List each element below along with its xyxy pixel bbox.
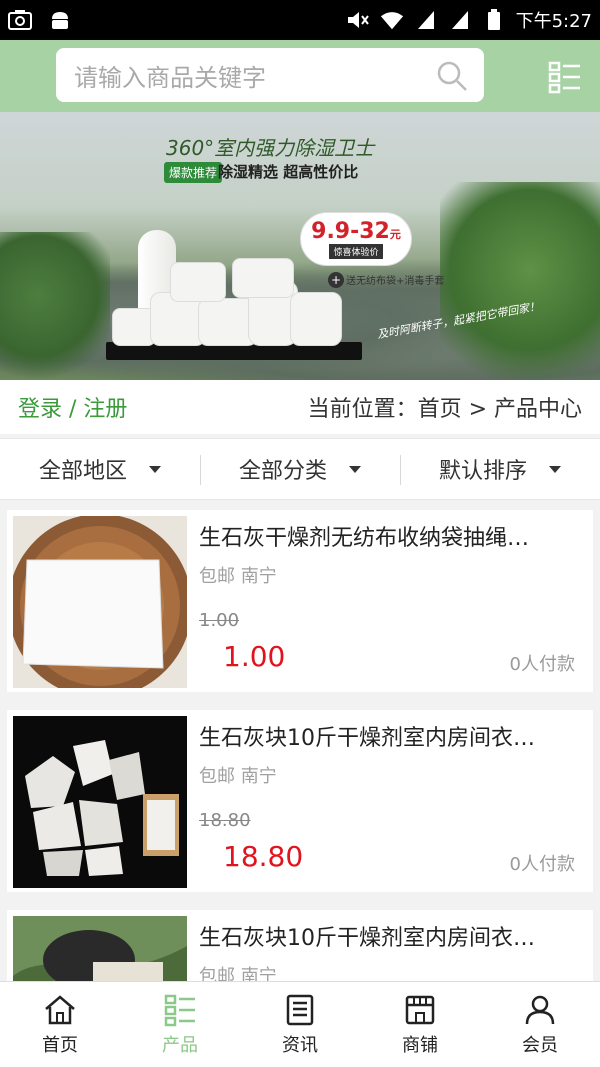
category-menu-icon[interactable] xyxy=(548,60,582,94)
chevron-down-icon xyxy=(549,465,561,473)
product-price: 1.00 xyxy=(223,640,286,673)
breadcrumb-row: 登录 / 注册 当前位置：首页 > 产品中心 xyxy=(0,380,600,434)
android-icon xyxy=(48,9,72,31)
user-icon xyxy=(525,995,555,1024)
filter-sort[interactable]: 默认排序 xyxy=(400,439,600,499)
product-card[interactable]: 生石灰干燥剂无纺布收纳袋抽绳… 包邮 南宁 1.00 1.00 0人付款 xyxy=(7,510,593,692)
search-placeholder: 请输入商品关键字 xyxy=(74,63,266,92)
filter-category[interactable]: 全部分类 xyxy=(200,439,400,499)
product-image xyxy=(13,716,187,888)
news-icon xyxy=(286,994,314,1025)
filter-region[interactable]: 全部地区 xyxy=(0,439,200,499)
mute-icon xyxy=(346,9,370,31)
tab-member[interactable]: 会员 xyxy=(480,982,600,1067)
product-price: 18.80 xyxy=(223,840,304,873)
banner-slogan: 除湿精选 超高性价比 xyxy=(218,163,359,181)
search-input[interactable]: 请输入商品关键字 xyxy=(56,48,484,102)
product-image xyxy=(13,516,187,688)
filter-region-label: 全部地区 xyxy=(38,459,127,484)
tab-news-label: 资讯 xyxy=(282,1034,318,1056)
grid-list-icon xyxy=(164,994,195,1026)
breadcrumb: 当前位置：首页 > 产品中心 xyxy=(307,397,582,422)
store-icon xyxy=(405,995,435,1024)
search-icon[interactable] xyxy=(436,60,468,92)
search-header: 请输入商品关键字 xyxy=(0,40,600,112)
banner-gift: + 送无纺布袋+消毒手套 xyxy=(328,272,444,288)
lime-chunk xyxy=(290,292,342,346)
sim-signal-icon xyxy=(414,9,438,31)
tab-home-label: 首页 xyxy=(42,1034,78,1056)
tab-member-label: 会员 xyxy=(522,1034,558,1056)
product-title: 生石灰块10斤干燥剂室内房间衣… xyxy=(199,926,535,951)
product-meta: 包邮 南宁 xyxy=(199,566,277,587)
product-original-price: 1.00 xyxy=(199,610,240,631)
product-original-price: 18.80 xyxy=(199,810,251,831)
login-register-link[interactable]: 登录 / 注册 xyxy=(18,391,127,423)
battery-icon xyxy=(482,9,506,31)
banner-price: 9.9-32 xyxy=(311,219,390,244)
wifi-icon xyxy=(380,9,404,31)
banner-price-unit: 元 xyxy=(389,228,401,241)
product-card[interactable]: 生石灰块10斤干燥剂室内房间衣… 包邮 南宁 18.80 18.80 0人付款 xyxy=(7,710,593,892)
screenshot-icon xyxy=(8,9,32,31)
product-title: 生石灰干燥剂无纺布收纳袋抽绳… xyxy=(199,526,530,551)
tab-home[interactable]: 首页 xyxy=(0,982,120,1067)
tab-products[interactable]: 产品 xyxy=(120,982,240,1067)
chevron-down-icon xyxy=(149,465,161,473)
banner-price-badge: 9.9-32元 惊喜体验价 xyxy=(300,212,412,266)
lime-chunk xyxy=(232,258,294,298)
tab-stores[interactable]: 商铺 xyxy=(360,982,480,1067)
product-sales: 0人付款 xyxy=(509,854,575,875)
filter-category-label: 全部分类 xyxy=(238,459,327,484)
banner-price-note: 惊喜体验价 xyxy=(329,244,383,259)
product-meta: 包邮 南宁 xyxy=(199,766,277,787)
bottom-tab-bar: 首页 产品 资讯 商铺 会员 xyxy=(0,981,600,1067)
status-bar: 下午5:27 xyxy=(0,0,600,40)
chevron-down-icon xyxy=(349,465,361,473)
tab-products-label: 产品 xyxy=(162,1034,198,1056)
promo-banner[interactable]: 360°室内强力除湿卫士 爆款推荐 除湿精选 超高性价比 9.9-32元 惊喜体… xyxy=(0,112,600,380)
clock: 下午5:27 xyxy=(515,11,592,32)
banner-heading: 360°室内强力除湿卫士 xyxy=(166,136,375,160)
product-sales: 0人付款 xyxy=(509,654,575,675)
tab-news[interactable]: 资讯 xyxy=(240,982,360,1067)
lime-chunk xyxy=(170,262,226,302)
filter-sort-label: 默认排序 xyxy=(438,459,527,484)
product-title: 生石灰块10斤干燥剂室内房间衣… xyxy=(199,726,535,751)
banner-gift-text: 送无纺布袋+消毒手套 xyxy=(346,276,445,287)
banner-tag: 爆款推荐 xyxy=(164,162,223,183)
home-icon xyxy=(45,994,75,1024)
tab-stores-label: 商铺 xyxy=(402,1034,438,1056)
filter-bar: 全部地区 全部分类 默认排序 xyxy=(0,438,600,500)
sim-signal-icon-2 xyxy=(448,9,472,31)
